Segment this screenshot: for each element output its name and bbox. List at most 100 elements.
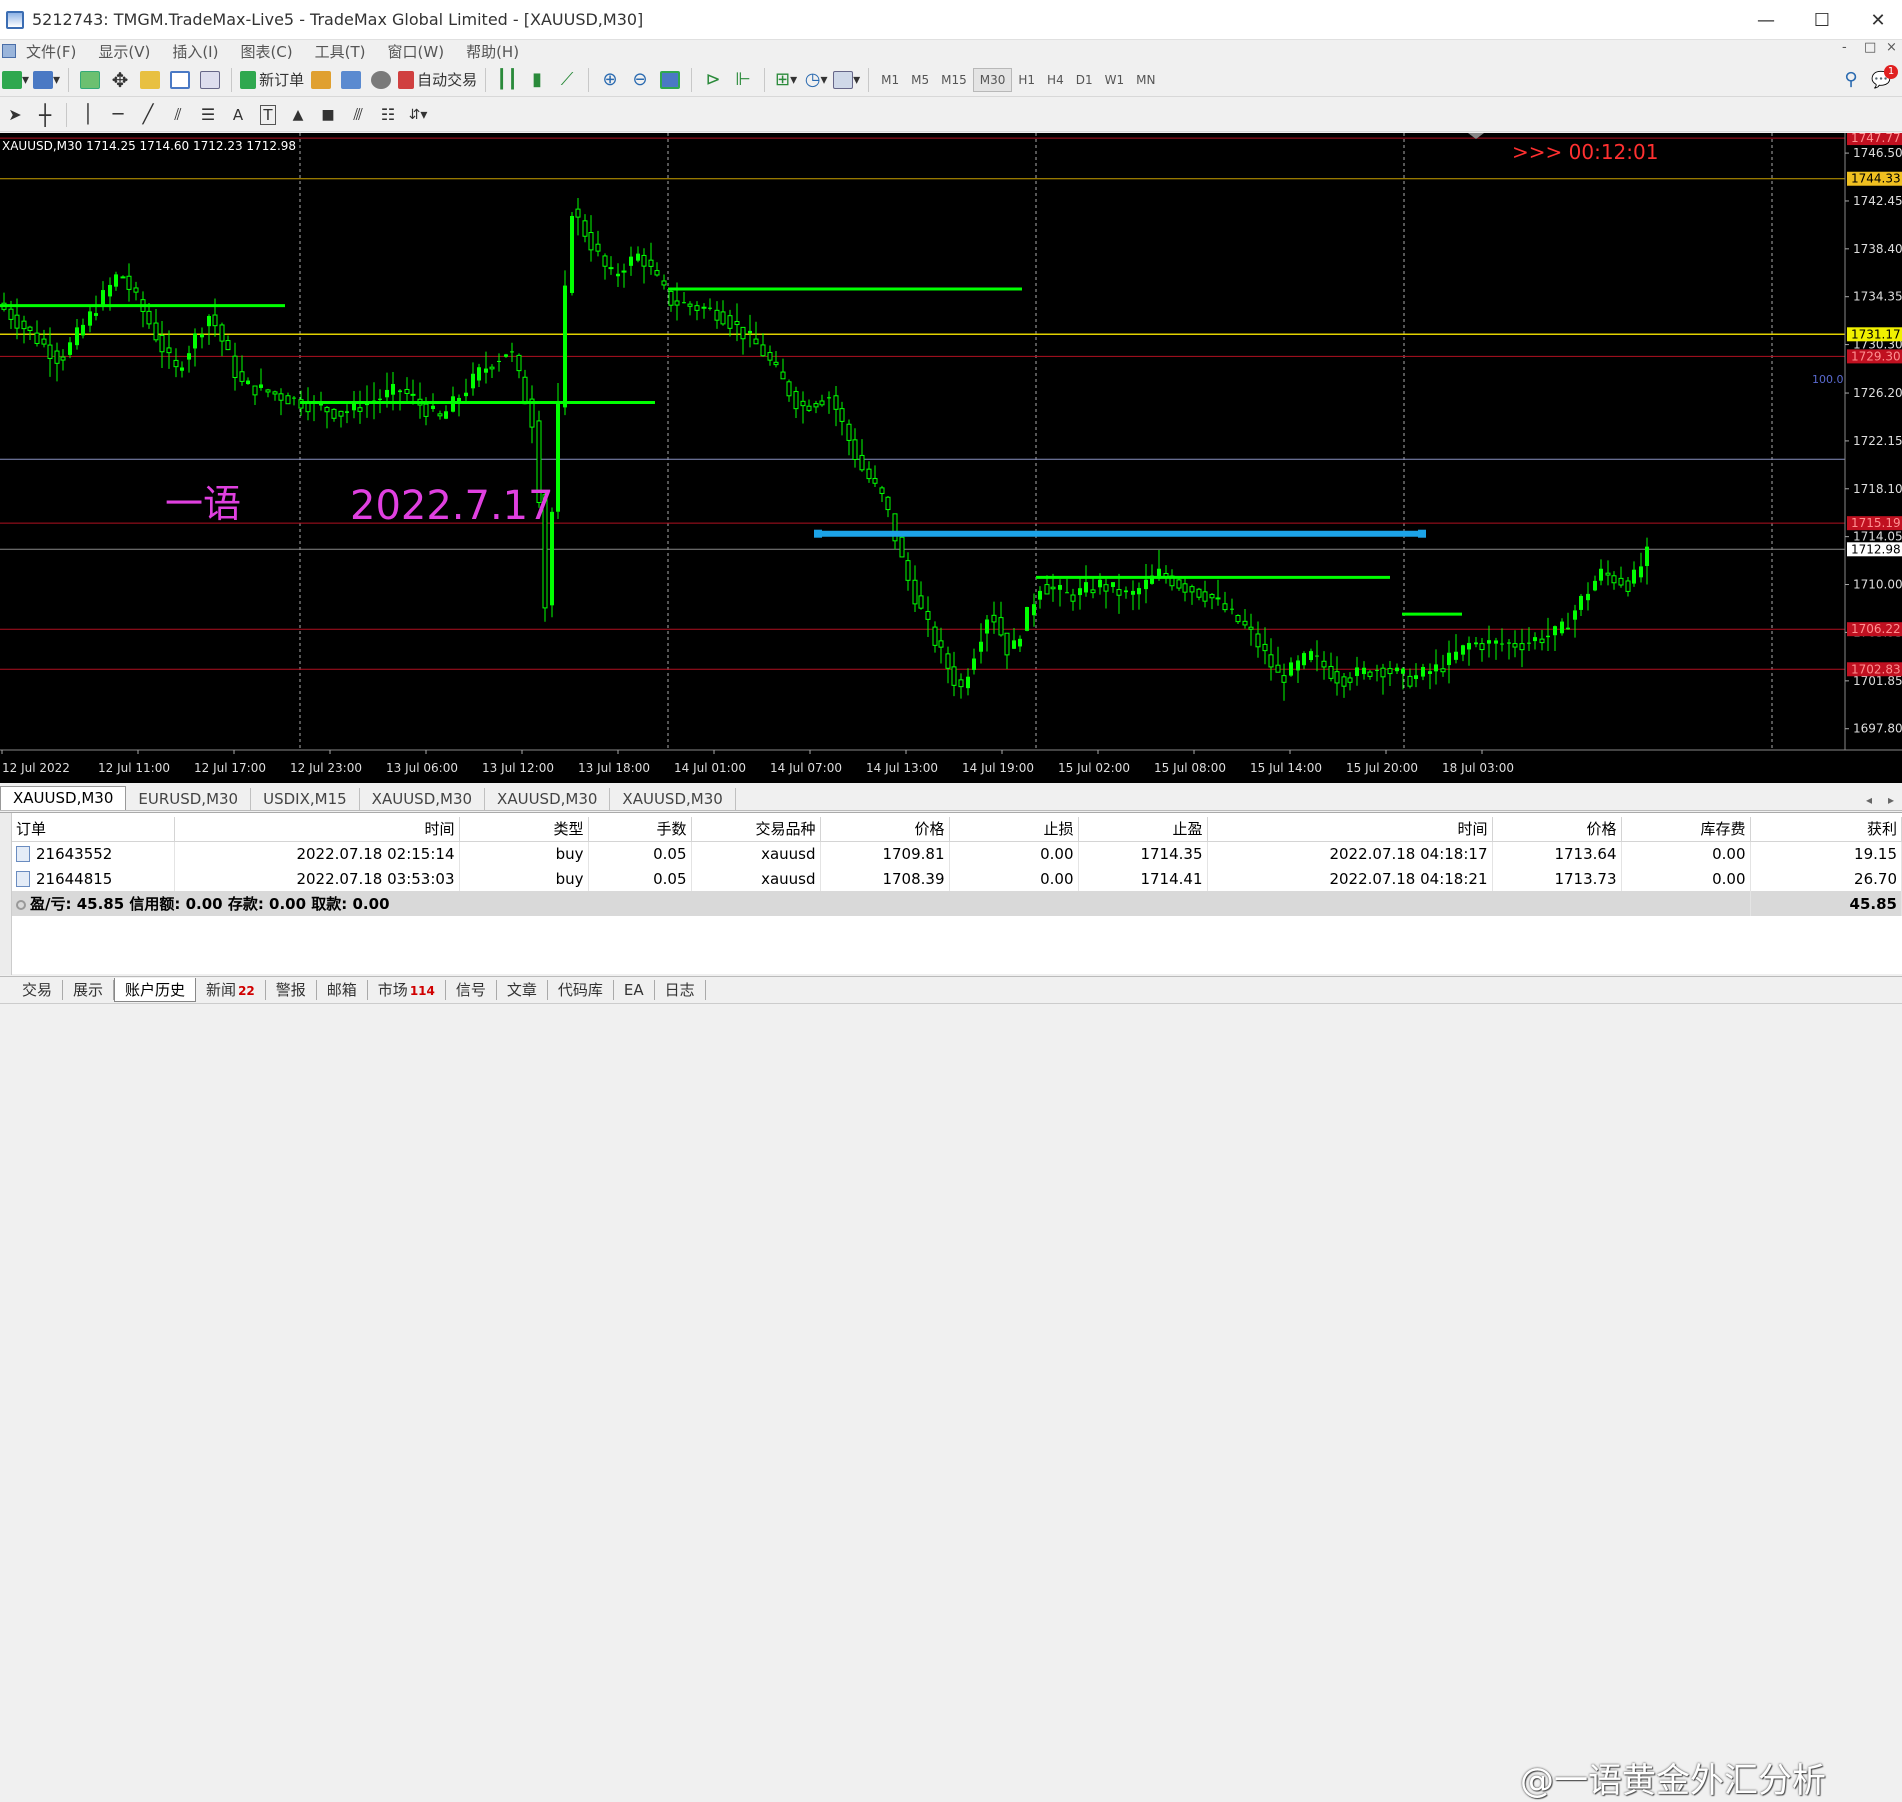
rectangle-icon[interactable]: ■ — [315, 102, 341, 128]
bar-chart-icon[interactable]: ┃┃ — [494, 67, 520, 93]
metaeditor-icon[interactable] — [308, 67, 334, 93]
close-button[interactable]: ✕ — [1850, 0, 1902, 40]
col-open-price[interactable]: 价格 — [820, 817, 950, 842]
gann-icon[interactable]: ⫻ — [345, 102, 371, 128]
tab-articles[interactable]: 文章 — [497, 979, 548, 1000]
chart-tab-xauusd-2[interactable]: XAUUSD,M30 — [360, 788, 486, 810]
timeframe-m15[interactable]: M15 — [935, 68, 973, 92]
timeframe-m30[interactable]: M30 — [972, 67, 1013, 92]
tab-experts[interactable]: EA — [614, 979, 655, 1000]
zoom-in-icon[interactable]: ⊕ — [597, 67, 623, 93]
menu-charts[interactable]: 图表(C) — [240, 41, 292, 62]
tab-trade[interactable]: 交易 — [12, 979, 64, 1000]
col-symbol[interactable]: 交易品种 — [691, 817, 821, 842]
strategy-tester-icon[interactable] — [197, 67, 223, 93]
crosshair-icon[interactable]: ┼ — [32, 102, 58, 128]
mdi-restore-button[interactable]: □ — [1864, 40, 1876, 55]
tab-market[interactable]: 市场 114 — [368, 979, 446, 1000]
menu-help[interactable]: 帮助(H) — [466, 41, 519, 62]
auto-scroll-icon[interactable]: ⊳ — [700, 67, 726, 93]
menu-tools[interactable]: 工具(T) — [315, 41, 366, 62]
mdi-close-button[interactable]: × — [1886, 40, 1897, 55]
new-chart-icon[interactable]: ▾ — [2, 67, 29, 93]
col-close-price[interactable]: 价格 — [1492, 817, 1622, 842]
line-chart-icon[interactable]: ⟋ — [554, 67, 580, 93]
col-open-time[interactable]: 时间 — [174, 817, 460, 842]
col-close-time[interactable]: 时间 — [1207, 817, 1493, 842]
col-profit[interactable]: 获利 — [1750, 817, 1902, 842]
table-row[interactable]: 21644815 2022.07.18 03:53:03 buy 0.05 xa… — [12, 866, 1902, 891]
chart-tab-xauusd-4[interactable]: XAUUSD,M30 — [610, 788, 736, 810]
navigator-icon[interactable] — [137, 67, 163, 93]
tab-exposure[interactable]: 展示 — [63, 979, 115, 1000]
maximize-button[interactable]: ☐ — [1794, 0, 1850, 40]
indicators-icon[interactable]: ⊞ ▾ — [773, 67, 799, 93]
col-swap[interactable]: 库存费 — [1621, 817, 1751, 842]
templates-icon[interactable]: ▾ — [833, 67, 860, 93]
timeframe-m1[interactable]: M1 — [875, 68, 905, 92]
menu-window[interactable]: 窗口(W) — [388, 41, 445, 62]
timeframe-m5[interactable]: M5 — [905, 68, 935, 92]
notifications-button[interactable]: 💬 1 — [1868, 64, 1898, 93]
col-lots[interactable]: 手数 — [588, 817, 692, 842]
timeframe-w1[interactable]: W1 — [1099, 68, 1131, 92]
chart-tab-xauusd-1[interactable]: XAUUSD,M30 — [0, 786, 127, 810]
chart-canvas[interactable]: 1746.501742.451738.401734.351730.301726.… — [0, 133, 1902, 783]
data-window-icon[interactable]: ✥ — [107, 67, 133, 93]
horizontal-line-icon[interactable]: ─ — [105, 102, 131, 128]
col-type[interactable]: 类型 — [459, 817, 589, 842]
periods-icon[interactable]: ◷ ▾ — [803, 67, 829, 93]
trendline-icon[interactable]: ╱ — [135, 102, 161, 128]
chart-shift-icon[interactable]: ⊩ — [730, 67, 756, 93]
auto-trading-button[interactable]: 自动交易 — [398, 67, 477, 93]
chart-tab-eurusd[interactable]: EURUSD,M30 — [126, 788, 252, 810]
chart-window-icon[interactable] — [2, 44, 16, 58]
timeframe-mn[interactable]: MN — [1130, 68, 1161, 92]
tab-news[interactable]: 新闻 22 — [196, 979, 266, 1000]
vertical-line-icon[interactable]: │ — [75, 102, 101, 128]
arrow-up-icon[interactable]: ▲ — [285, 102, 311, 128]
timeframe-h4[interactable]: H4 — [1041, 68, 1070, 92]
tab-code-base[interactable]: 代码库 — [548, 979, 614, 1000]
tab-signals[interactable]: 信号 — [446, 979, 497, 1000]
menu-file[interactable]: 文件(F) — [26, 41, 76, 62]
col-stop-loss[interactable]: 止损 — [949, 817, 1079, 842]
fibonacci-icon[interactable]: ☰ — [195, 102, 221, 128]
text-icon[interactable]: A — [225, 102, 251, 128]
cursor-icon[interactable]: ➤ — [2, 102, 28, 128]
text-label-icon[interactable]: T — [255, 102, 281, 128]
equidistant-channel-icon[interactable]: ⫽ — [165, 102, 191, 128]
col-take-profit[interactable]: 止盈 — [1078, 817, 1208, 842]
candlestick-icon[interactable]: ▮ — [524, 67, 550, 93]
bear-candle — [661, 280, 667, 286]
terminal-side-handle[interactable] — [0, 813, 12, 975]
profiles-icon[interactable]: ▾ — [33, 67, 60, 93]
signals-icon[interactable] — [338, 67, 364, 93]
tab-journal[interactable]: 日志 — [655, 979, 706, 1000]
tab-scroll-left-icon[interactable]: ◂ — [1858, 793, 1880, 810]
new-order-button[interactable]: 新订单 — [240, 67, 304, 93]
tab-alerts[interactable]: 警报 — [266, 979, 317, 1000]
tab-account-history[interactable]: 账户历史 — [114, 977, 197, 1002]
shapes-icon[interactable]: ⇵ ▾ — [405, 102, 431, 128]
col-order[interactable]: 订单 — [12, 817, 175, 842]
tab-scroll-right-icon[interactable]: ▸ — [1880, 793, 1902, 810]
tile-windows-icon[interactable] — [657, 67, 683, 93]
timeframe-h1[interactable]: H1 — [1012, 68, 1041, 92]
timeframe-d1[interactable]: D1 — [1070, 68, 1099, 92]
search-icon[interactable]: ⚲ — [1838, 67, 1864, 93]
market-watch-icon[interactable] — [77, 67, 103, 93]
mdi-minimize-button[interactable]: - — [1842, 40, 1847, 55]
price-chart[interactable]: 1746.50 1742.45 1738.40 1734.35 1730.30 1726.… — [0, 133, 1902, 783]
menu-insert[interactable]: 插入(I) — [172, 41, 218, 62]
zoom-out-icon[interactable]: ⊖ — [627, 67, 653, 93]
tab-mailbox[interactable]: 邮箱 — [317, 979, 368, 1000]
terminal-icon[interactable] — [167, 67, 193, 93]
chart-tab-xauusd-3[interactable]: XAUUSD,M30 — [485, 788, 611, 810]
chart-tab-usdix[interactable]: USDIX,M15 — [251, 788, 360, 810]
minimize-button[interactable]: — — [1738, 0, 1794, 40]
table-row[interactable]: 21643552 2022.07.18 02:15:14 buy 0.05 xa… — [12, 841, 1902, 866]
fibo-fan-icon[interactable]: ☷ — [375, 102, 401, 128]
vps-icon[interactable] — [368, 67, 394, 93]
menu-view[interactable]: 显示(V) — [98, 41, 150, 62]
